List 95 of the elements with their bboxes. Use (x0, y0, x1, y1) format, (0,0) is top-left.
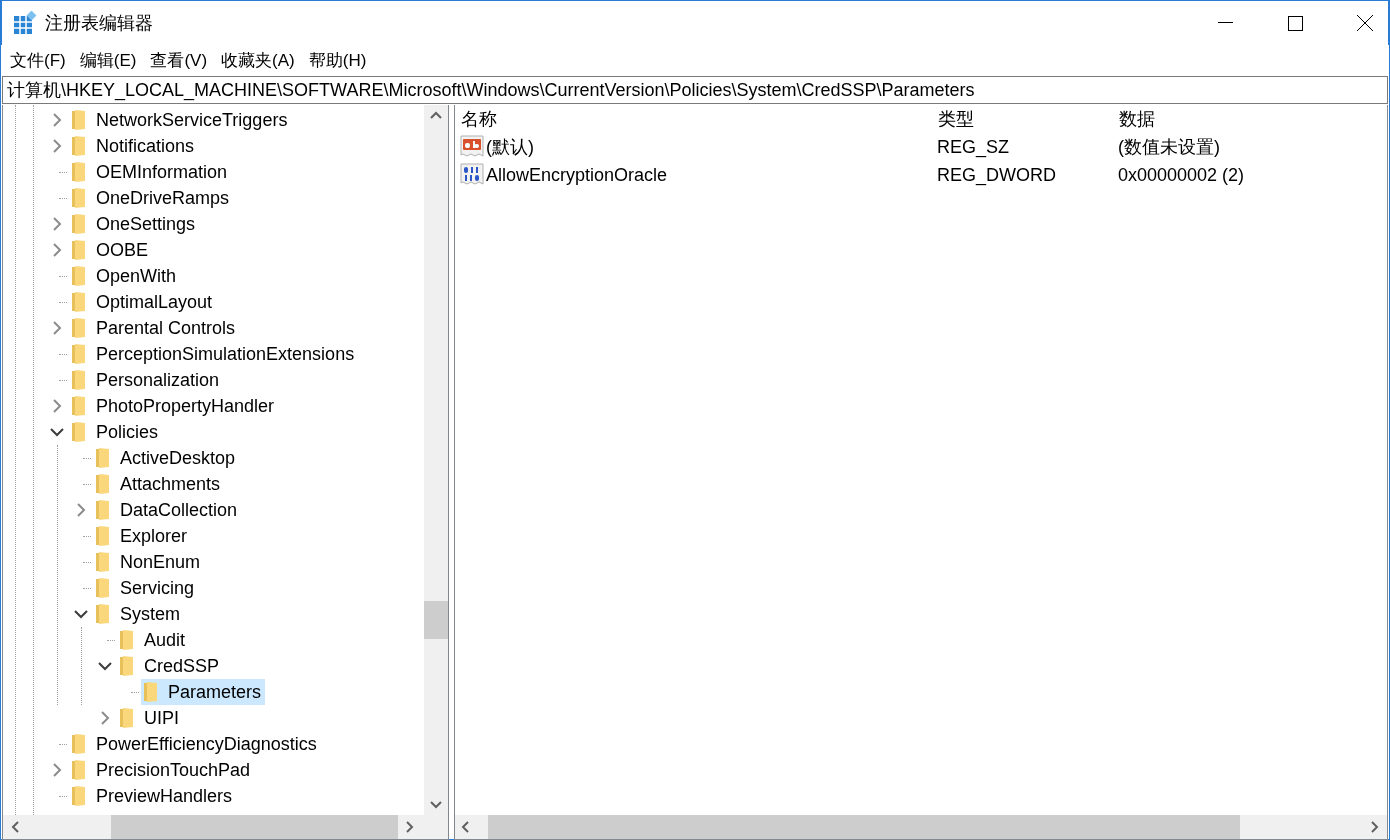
folder-icon (72, 213, 86, 235)
tree-item[interactable]: NonEnum (93, 549, 205, 575)
menu-item[interactable]: 帮助(H) (301, 48, 374, 72)
tree-item[interactable]: Attachments (93, 471, 225, 497)
folder-icon (72, 343, 86, 365)
window-title: 注册表编辑器 (45, 12, 154, 35)
minimize-icon (1217, 22, 1233, 24)
scrollbar-thumb[interactable] (488, 815, 1240, 839)
value-type: REG_DWORD (937, 164, 1057, 186)
value-data: (数值未设置) (1118, 136, 1221, 159)
menu-item[interactable]: 文件(F) (3, 48, 73, 72)
folder-icon (72, 395, 86, 417)
tree-item[interactable]: Explorer (93, 523, 192, 549)
folder-icon (96, 603, 110, 625)
tree-item[interactable]: OEMInformation (69, 159, 232, 185)
tree-item[interactable]: PhotoPropertyHandler (69, 393, 279, 419)
menu-item[interactable]: 收藏夹(A) (214, 48, 302, 72)
tree-item[interactable]: PowerEfficiencyDiagnostics (69, 731, 321, 757)
folder-icon (72, 135, 86, 157)
tree-item[interactable]: OOBE (69, 237, 152, 263)
folder-icon (72, 239, 86, 261)
value-name[interactable]: AllowEncryptionOracle (486, 164, 668, 186)
folder-icon (120, 629, 134, 651)
folder-icon (96, 525, 110, 547)
folder-icon (96, 499, 110, 521)
menu-item[interactable]: 编辑(E) (72, 48, 144, 72)
tree-item[interactable]: System (93, 601, 184, 627)
tree-item[interactable]: PerceptionSimulationExtensions (69, 341, 359, 367)
chevron-down-icon[interactable] (98, 661, 112, 671)
folder-icon (72, 187, 86, 209)
scrollbar-thumb[interactable] (424, 601, 448, 639)
chevron-right-icon[interactable] (100, 711, 110, 725)
folder-icon (72, 291, 86, 313)
tree-item[interactable]: PreviewHandlers (69, 783, 237, 809)
folder-icon (72, 759, 86, 781)
scroll-down-icon[interactable] (430, 801, 442, 809)
folder-icon (96, 447, 110, 469)
value-name[interactable]: (默认) (486, 135, 534, 159)
tree-item[interactable]: Audit (117, 627, 190, 653)
tree-item[interactable]: UIPI (117, 705, 183, 731)
folder-icon (96, 577, 110, 599)
folder-icon (72, 421, 86, 443)
folder-icon (72, 317, 86, 339)
menu-item[interactable]: 查看(V) (143, 48, 215, 72)
tree-item[interactable]: Notifications (69, 133, 199, 159)
folder-icon (72, 109, 86, 131)
chevron-right-icon[interactable] (52, 139, 62, 153)
tree-item[interactable]: OneSettings (69, 211, 200, 237)
folder-icon (120, 707, 134, 729)
scroll-right-icon[interactable] (406, 821, 414, 833)
tree-item[interactable]: Servicing (93, 575, 199, 601)
chevron-right-icon[interactable] (52, 217, 62, 231)
close-icon (1357, 15, 1373, 31)
tree-item[interactable]: PrecisionTouchPad (69, 757, 255, 783)
folder-icon (120, 655, 134, 677)
chevron-down-icon[interactable] (74, 609, 88, 619)
tree-item[interactable]: ActiveDesktop (93, 445, 240, 471)
tree-item[interactable]: OneDriveRamps (69, 185, 234, 211)
tree-item[interactable]: OptimalLayout (69, 289, 217, 315)
column-header[interactable]: 类型 (937, 107, 1118, 131)
value-type: REG_SZ (937, 136, 1011, 158)
chevron-right-icon[interactable] (52, 399, 62, 413)
folder-icon (144, 681, 158, 703)
scroll-right-icon[interactable] (1371, 821, 1379, 833)
tree-item[interactable]: CredSSP (117, 653, 224, 679)
value-data: 0x00000002 (2) (1118, 164, 1246, 186)
address-field[interactable]: 计算机\HKEY_LOCAL_MACHINE\SOFTWARE\Microsoft\Windows\CurrentVersion\Policies\System\CredSSP\Parameters (2, 76, 1388, 104)
scroll-up-icon[interactable] (430, 111, 442, 119)
chevron-right-icon[interactable] (52, 113, 62, 127)
folder-icon (72, 369, 86, 391)
scroll-left-icon[interactable] (11, 821, 19, 833)
chevron-right-icon[interactable] (52, 321, 62, 335)
tree-item[interactable]: Personalization (69, 367, 224, 393)
registry-app-icon (13, 11, 37, 35)
column-header[interactable]: 数据 (1118, 107, 1387, 131)
folder-icon (96, 551, 110, 573)
tree-item[interactable]: OpenWith (69, 263, 181, 289)
tree-item[interactable]: Policies (69, 419, 163, 445)
scroll-left-icon[interactable] (461, 821, 469, 833)
column-header[interactable]: 名称 (460, 107, 937, 131)
folder-icon (72, 785, 86, 807)
tree-item[interactable]: Parental Controls (69, 315, 240, 341)
chevron-right-icon[interactable] (52, 243, 62, 257)
folder-icon (72, 265, 86, 287)
chevron-down-icon[interactable] (50, 427, 64, 437)
chevron-right-icon[interactable] (52, 763, 62, 777)
tree-item[interactable]: Parameters (141, 679, 266, 705)
folder-icon (72, 161, 86, 183)
folder-icon (72, 733, 86, 755)
maximize-icon (1287, 15, 1303, 31)
tree-item[interactable]: NetworkServiceTriggers (69, 107, 292, 133)
folder-icon (96, 473, 110, 495)
scrollbar-thumb[interactable] (111, 815, 398, 839)
tree-item[interactable]: DataCollection (93, 497, 242, 523)
chevron-right-icon[interactable] (76, 503, 86, 517)
